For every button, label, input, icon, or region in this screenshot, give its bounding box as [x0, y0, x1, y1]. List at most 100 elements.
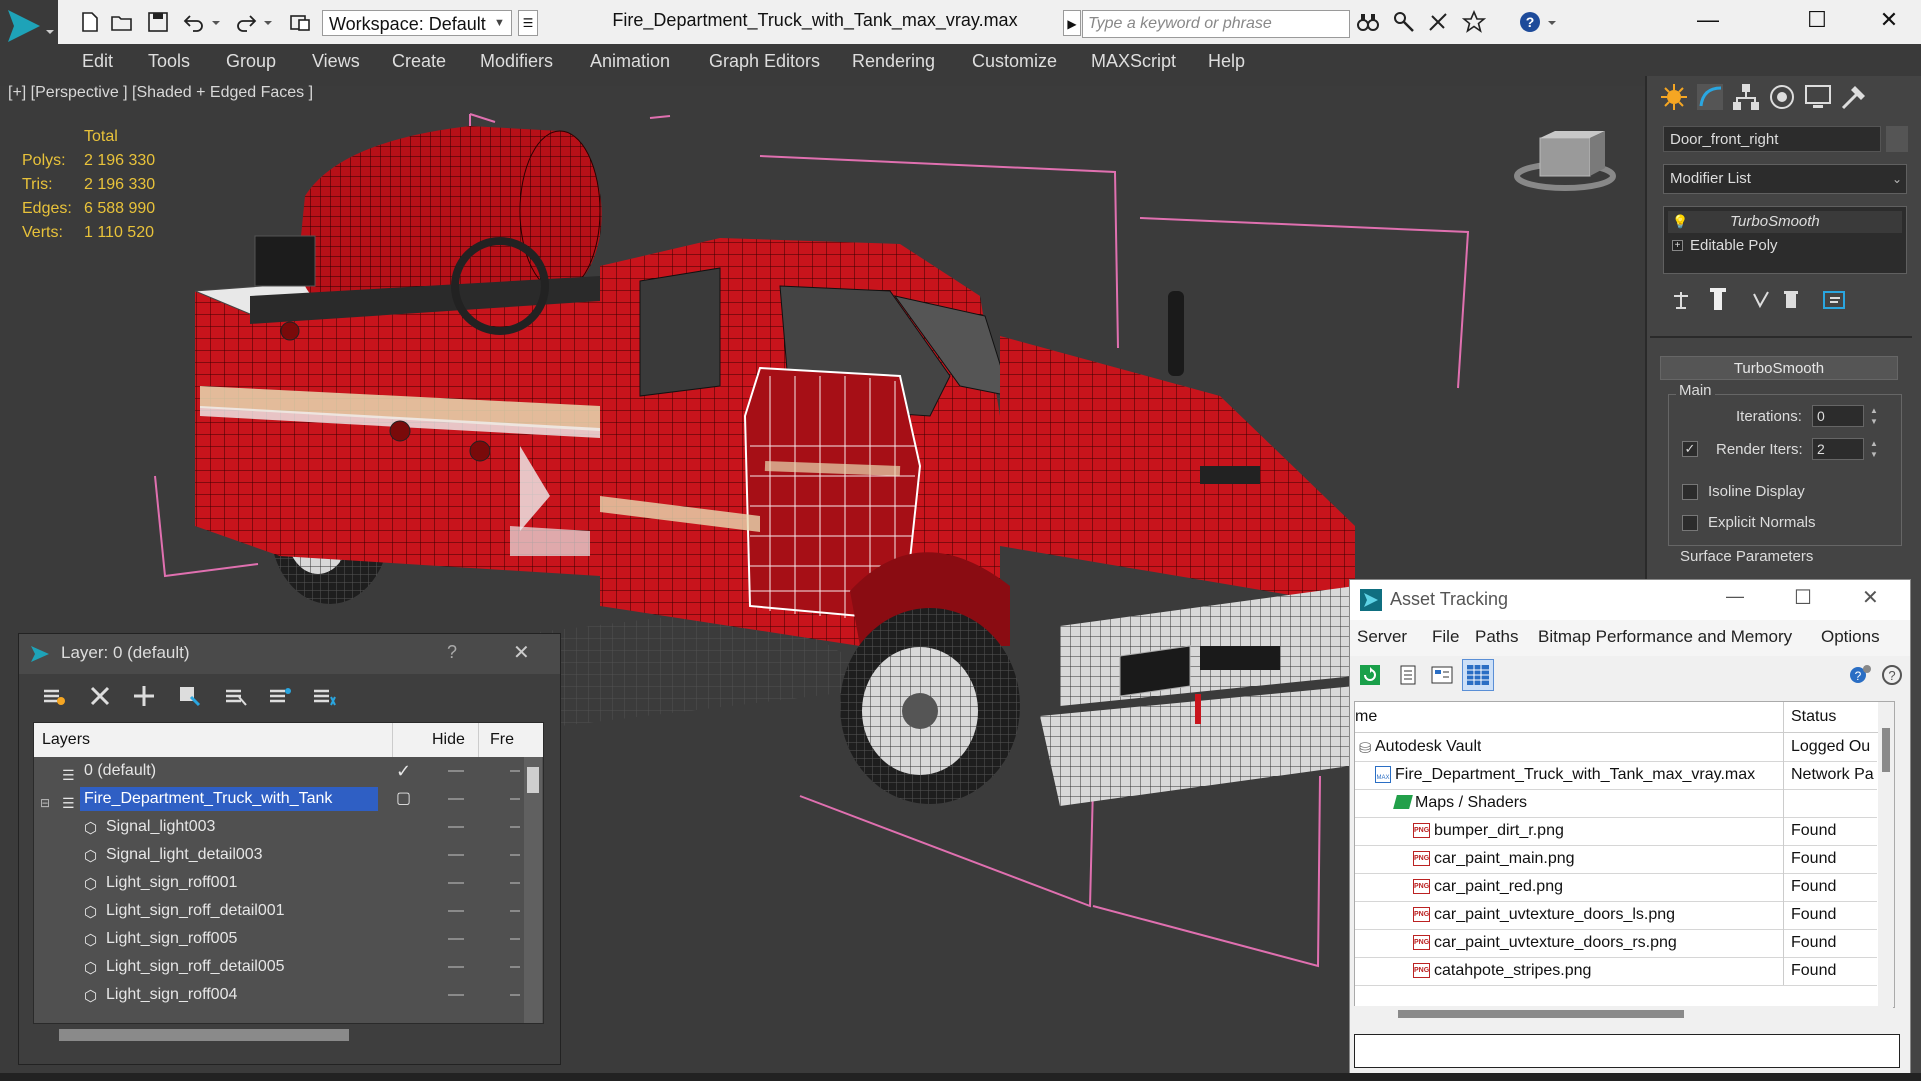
asset-horizontal-scrollbar[interactable] [1354, 1006, 1893, 1022]
object-name-field[interactable]: Door_front_right [1663, 126, 1881, 152]
motion-tab-icon[interactable] [1767, 82, 1797, 112]
menu-edit[interactable]: Edit [82, 44, 113, 86]
column-header-name[interactable]: me [1355, 708, 1377, 726]
lightbulb-icon[interactable]: 💡 [1672, 211, 1688, 233]
app-logo[interactable] [0, 0, 58, 86]
hide-toggle[interactable] [448, 966, 464, 968]
asset-row-vault[interactable]: ⛁ Autodesk Vault Logged Ou [1355, 733, 1877, 762]
freeze-toggle[interactable] [510, 910, 520, 912]
iterations-spinner-arrows[interactable]: ▲ ▼ [1868, 405, 1880, 427]
vault-help-icon[interactable]: ? [1848, 663, 1872, 687]
asset-vertical-scrollbar[interactable] [1878, 702, 1894, 1007]
layer-row-object[interactable]: ⬡ Light_sign_roff004 [34, 981, 520, 1009]
open-file-icon[interactable] [110, 10, 134, 34]
hide-toggle[interactable] [448, 798, 464, 800]
remove-modifier-icon[interactable] [1784, 291, 1798, 308]
menu-views[interactable]: Views [312, 44, 360, 86]
scrollbar-thumb[interactable] [527, 767, 539, 793]
scrollbar-thumb[interactable] [1398, 1010, 1684, 1018]
layer-help-button[interactable]: ? [447, 642, 457, 663]
modify-tab-icon[interactable] [1695, 82, 1725, 112]
hide-toggle[interactable] [448, 854, 464, 856]
add-layer-icon[interactable] [131, 683, 157, 709]
stack-item-turbosmooth[interactable]: 💡 TurboSmooth [1668, 211, 1902, 233]
freeze-toggle[interactable] [510, 798, 520, 800]
render-iters-checkbox[interactable]: ✓ [1682, 441, 1698, 457]
layer-vertical-scrollbar[interactable] [524, 757, 542, 1023]
menu-maxscript[interactable]: MAXScript [1091, 44, 1176, 86]
scrollbar-thumb[interactable] [1882, 728, 1890, 772]
no-connection-icon[interactable] [1426, 10, 1450, 34]
asset-window-titlebar[interactable]: Asset Tracking — ☐ ✕ [1350, 580, 1910, 620]
asset-row-bitmap[interactable]: PNG car_paint_main.png Found [1355, 845, 1877, 874]
asset-menu-bitmap-performance[interactable]: Bitmap Performance and Memory [1538, 620, 1792, 656]
asset-minimize-button[interactable]: — [1726, 586, 1744, 607]
hide-toggle[interactable] [448, 770, 464, 772]
layer-horizontal-scrollbar[interactable] [33, 1024, 542, 1046]
undo-icon[interactable] [182, 10, 206, 34]
asset-close-button[interactable]: ✕ [1862, 585, 1879, 610]
hide-toggle[interactable] [448, 910, 464, 912]
column-header-freeze[interactable]: Fre [490, 731, 514, 749]
menu-help[interactable]: Help [1208, 44, 1245, 86]
asset-row-maps-shaders[interactable]: Maps / Shaders [1355, 789, 1877, 818]
workspace-dropdown[interactable]: Workspace: Default [322, 10, 512, 36]
asset-menu-paths[interactable]: Paths [1475, 620, 1518, 656]
asset-row-bitmap[interactable]: PNG car_paint_uvtexture_doors_ls.png Fou… [1355, 901, 1877, 930]
key-tools-icon[interactable] [1392, 10, 1416, 34]
asset-row-bitmap[interactable]: PNG bumper_dirt_r.png Found [1355, 817, 1877, 846]
hide-toggle[interactable] [448, 882, 464, 884]
delete-layer-icon[interactable] [87, 683, 113, 709]
hide-all-layers-icon[interactable] [267, 683, 293, 709]
highlight-layer-icon[interactable] [223, 683, 249, 709]
menu-create[interactable]: Create [392, 44, 446, 86]
explicit-normals-checkbox[interactable] [1682, 515, 1698, 531]
undo-dropdown-icon[interactable] [210, 10, 222, 34]
set-active-layer-icon[interactable]: ▢ [396, 785, 411, 813]
layer-row-object[interactable]: ⬡ Light_sign_roff_detail001 [34, 897, 520, 925]
asset-row-bitmap[interactable]: PNG catahpote_stripes.png Found [1355, 957, 1877, 986]
make-unique-icon[interactable] [1753, 291, 1769, 309]
utilities-tab-icon[interactable] [1839, 82, 1869, 112]
table-view-button[interactable] [1462, 659, 1494, 691]
asset-row-bitmap[interactable]: PNG car_paint_uvtexture_doors_rs.png Fou… [1355, 929, 1877, 958]
redo-icon[interactable] [234, 10, 258, 34]
show-end-result-icon[interactable] [1710, 288, 1726, 310]
object-color-swatch[interactable] [1886, 126, 1908, 152]
iterations-spinner[interactable]: 0 [1812, 405, 1864, 427]
asset-maximize-button[interactable]: ☐ [1794, 585, 1812, 610]
display-tab-icon[interactable] [1803, 82, 1833, 112]
workspace-menu-icon[interactable]: ☰ [518, 10, 538, 36]
freeze-toggle[interactable] [510, 994, 520, 996]
expand-icon[interactable]: + [1672, 240, 1683, 251]
layer-row-object[interactable]: ⬡ Signal_light_detail003 [34, 841, 520, 869]
layer-row-object[interactable]: ⬡ Light_sign_roff_detail005 [34, 953, 520, 981]
close-button[interactable]: ✕ [1859, 0, 1919, 40]
layer-close-button[interactable]: ✕ [513, 640, 530, 665]
project-folder-icon[interactable] [288, 10, 312, 34]
menu-customize[interactable]: Customize [972, 44, 1057, 86]
menu-rendering[interactable]: Rendering [852, 44, 935, 86]
refresh-icon[interactable] [1358, 663, 1382, 687]
isoline-display-checkbox[interactable] [1682, 484, 1698, 500]
layer-row-default[interactable]: ☰ 0 (default) ✓ [34, 757, 520, 785]
create-tab-icon[interactable] [1659, 82, 1689, 112]
hide-toggle[interactable] [448, 994, 464, 996]
pin-stack-icon[interactable] [1674, 292, 1688, 309]
menu-animation[interactable]: Animation [590, 44, 670, 86]
minimize-button[interactable]: — [1678, 0, 1738, 40]
menu-tools[interactable]: Tools [148, 44, 190, 86]
configure-sets-icon[interactable] [1823, 291, 1845, 309]
asset-menu-file[interactable]: File [1432, 620, 1459, 656]
turbosmooth-rollout-header[interactable]: TurboSmooth [1660, 356, 1898, 380]
binoculars-icon[interactable] [1356, 10, 1380, 34]
layer-row-truck[interactable]: ⊟ ☰ Fire_Department_Truck_with_Tank ▢ [34, 785, 520, 813]
scrollbar-thumb[interactable] [59, 1029, 349, 1041]
freeze-toggle[interactable] [510, 770, 520, 772]
freeze-toggle[interactable] [510, 826, 520, 828]
modifier-list-dropdown[interactable]: Modifier List ⌄ [1663, 164, 1907, 194]
layer-row-object[interactable]: ⬡ Light_sign_roff005 [34, 925, 520, 953]
freeze-all-layers-icon[interactable] [311, 683, 337, 709]
asset-menu-server[interactable]: Server [1357, 620, 1407, 656]
freeze-toggle[interactable] [510, 882, 520, 884]
